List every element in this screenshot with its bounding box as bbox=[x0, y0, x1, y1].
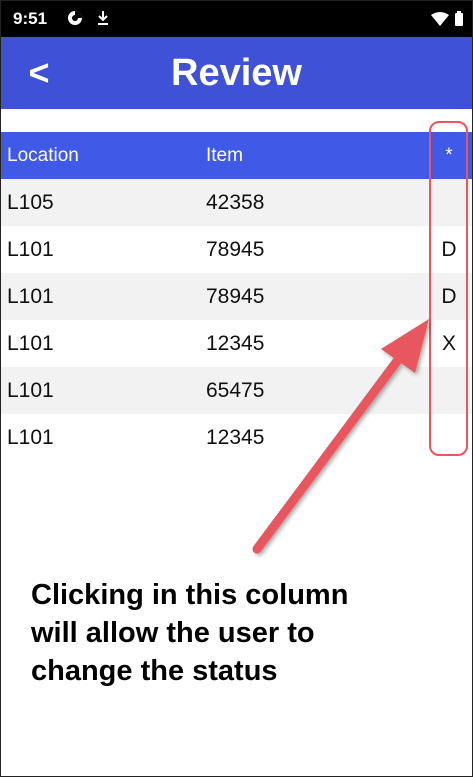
cell-status[interactable]: D bbox=[429, 226, 469, 273]
cell-item: 65475 bbox=[206, 379, 265, 402]
cell-item: 78945 bbox=[206, 238, 265, 261]
cell-location: L105 bbox=[7, 191, 54, 214]
table-row[interactable]: L105 42358 bbox=[1, 179, 472, 226]
wifi-battery-icons bbox=[431, 11, 463, 26]
data-saver-icon bbox=[68, 11, 82, 25]
header-status[interactable]: * bbox=[429, 132, 469, 179]
table-row[interactable]: L101 78945 D bbox=[1, 273, 472, 320]
cell-item: 12345 bbox=[206, 332, 265, 355]
status-time: 9:51 bbox=[13, 9, 48, 28]
app-bar: < Review bbox=[1, 37, 472, 109]
table-row[interactable]: L101 12345 X bbox=[1, 320, 472, 367]
battery-icon bbox=[455, 11, 463, 26]
grid-header: Location Item * bbox=[1, 132, 472, 179]
cell-location: L101 bbox=[7, 238, 54, 261]
cell-status[interactable]: X bbox=[429, 320, 469, 367]
back-button[interactable]: < bbox=[1, 37, 77, 109]
cell-status[interactable]: D bbox=[429, 273, 469, 320]
cell-location: L101 bbox=[7, 426, 54, 449]
review-grid: Location Item * L105 42358 L101 78945 D … bbox=[1, 132, 472, 461]
cell-item: 12345 bbox=[206, 426, 265, 449]
status-bar: 9:51 bbox=[1, 1, 472, 37]
cell-location: L101 bbox=[7, 332, 54, 355]
page-title: Review bbox=[171, 52, 302, 94]
table-row[interactable]: L101 65475 bbox=[1, 367, 472, 414]
phone-frame: 9:51 < Review Location Item * L105 42358… bbox=[0, 0, 473, 777]
header-item[interactable]: Item bbox=[206, 132, 243, 179]
cell-location: L101 bbox=[7, 285, 54, 308]
table-row[interactable]: L101 12345 bbox=[1, 414, 472, 461]
table-row[interactable]: L101 78945 D bbox=[1, 226, 472, 273]
cell-item: 78945 bbox=[206, 285, 265, 308]
cell-item: 42358 bbox=[206, 191, 265, 214]
header-location[interactable]: Location bbox=[7, 132, 79, 179]
wifi-icon bbox=[431, 12, 449, 26]
annotation-text: Clicking in this column will allow the u… bbox=[31, 579, 349, 687]
download-icon bbox=[98, 11, 108, 25]
cell-location: L101 bbox=[7, 379, 54, 402]
